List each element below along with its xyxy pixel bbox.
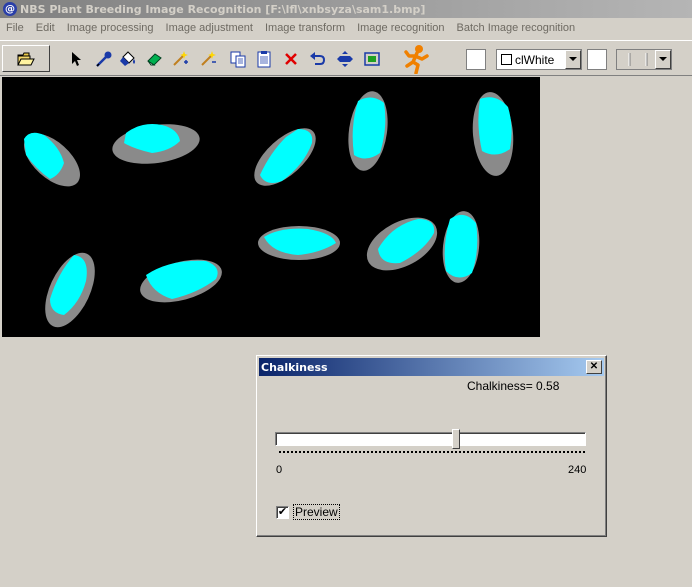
run-recognition-button[interactable] — [402, 44, 430, 74]
threshold-slider-thumb[interactable] — [451, 429, 460, 449]
menu-image-recognition[interactable]: Image recognition — [351, 22, 450, 34]
paste-button[interactable] — [254, 49, 274, 69]
threshold-slider-track[interactable] — [275, 432, 586, 446]
magic-wand-add-button[interactable] — [170, 49, 190, 69]
copy-icon — [230, 51, 246, 68]
eyedropper-button[interactable] — [94, 49, 114, 69]
open-file-button[interactable] — [2, 45, 50, 72]
dialog-titlebar[interactable]: Chalkiness ✕ — [259, 358, 604, 376]
rice-grain — [254, 128, 316, 186]
rice-grain — [472, 92, 514, 176]
zoom-fit-button[interactable] — [362, 49, 382, 69]
chevron-down-icon — [659, 57, 667, 61]
line-width-dropdown-button[interactable] — [655, 50, 671, 69]
toolbar: clWhite — [0, 40, 692, 76]
eyedropper-icon — [96, 51, 112, 67]
image-canvas[interactable] — [2, 77, 540, 337]
open-folder-icon — [17, 52, 35, 65]
slider-max-label: 240 — [568, 464, 587, 476]
preview-checkbox[interactable]: ✔ — [276, 506, 289, 519]
magic-wand-remove-icon — [201, 51, 216, 66]
chalkiness-readout: Chalkiness= 0.58 — [467, 379, 560, 393]
magic-wand-add-icon — [173, 51, 188, 66]
color-select-value: clWhite — [515, 52, 555, 67]
rice-grain — [348, 91, 388, 171]
magic-wand-remove-button[interactable] — [198, 49, 218, 69]
zoom-fit-icon — [364, 52, 380, 66]
copy-button[interactable] — [228, 49, 248, 69]
delete-x-icon — [285, 53, 297, 65]
paint-bucket-button[interactable] — [118, 49, 138, 69]
menu-image-processing[interactable]: Image processing — [61, 22, 160, 34]
preview-label[interactable]: Preview — [293, 504, 340, 520]
rice-grain — [140, 259, 222, 303]
rice-grain — [24, 132, 80, 187]
chevron-down-icon — [569, 57, 577, 61]
menu-file[interactable]: File — [0, 22, 30, 34]
slider-tick-marks — [279, 451, 585, 454]
line-width-preview-icon — [628, 53, 648, 66]
rice-grain — [366, 217, 438, 271]
fit-center-icon — [337, 51, 353, 67]
chalkiness-dialog: Chalkiness ✕ Chalkiness= 0.58 0 240 ✔ Pr… — [256, 355, 607, 537]
foreground-color-swatch[interactable] — [466, 49, 486, 70]
dialog-close-button[interactable]: ✕ — [586, 360, 602, 374]
window-titlebar: @ NBS Plant Breeding Image Recognition [… — [0, 0, 692, 18]
menu-bar: File Edit Image processing Image adjustm… — [0, 19, 692, 37]
undo-icon — [310, 52, 326, 65]
paint-bucket-icon — [120, 51, 135, 66]
undo-button[interactable] — [308, 49, 328, 69]
menu-image-transform[interactable]: Image transform — [259, 22, 351, 34]
app-logo-icon: @ — [3, 2, 17, 16]
dialog-title: Chalkiness — [261, 360, 328, 374]
color-select-dropdown-button[interactable] — [565, 50, 581, 69]
background-color-swatch[interactable] — [587, 49, 607, 70]
running-man-icon — [404, 45, 429, 74]
selected-color-swatch — [501, 54, 512, 65]
fit-center-button[interactable] — [335, 49, 355, 69]
rice-grain — [442, 211, 480, 283]
rice-grain-image — [24, 91, 514, 328]
line-width-select[interactable] — [616, 49, 672, 70]
eraser-icon — [147, 53, 162, 66]
paste-icon — [257, 51, 271, 68]
rice-grain — [258, 226, 340, 260]
slider-min-label: 0 — [276, 464, 283, 476]
menu-image-adjustment[interactable]: Image adjustment — [160, 22, 259, 34]
menu-edit[interactable]: Edit — [30, 22, 61, 34]
delete-button[interactable] — [281, 49, 301, 69]
rice-grain — [112, 124, 200, 164]
select-tool-button[interactable] — [66, 49, 86, 69]
color-select[interactable]: clWhite — [496, 49, 582, 70]
menu-batch-image-recognition[interactable]: Batch Image recognition — [451, 22, 582, 34]
rice-grain — [45, 252, 95, 328]
pointer-arrow-icon — [72, 52, 81, 66]
eraser-button[interactable] — [144, 49, 164, 69]
window-title: NBS Plant Breeding Image Recognition [F:… — [20, 2, 426, 16]
